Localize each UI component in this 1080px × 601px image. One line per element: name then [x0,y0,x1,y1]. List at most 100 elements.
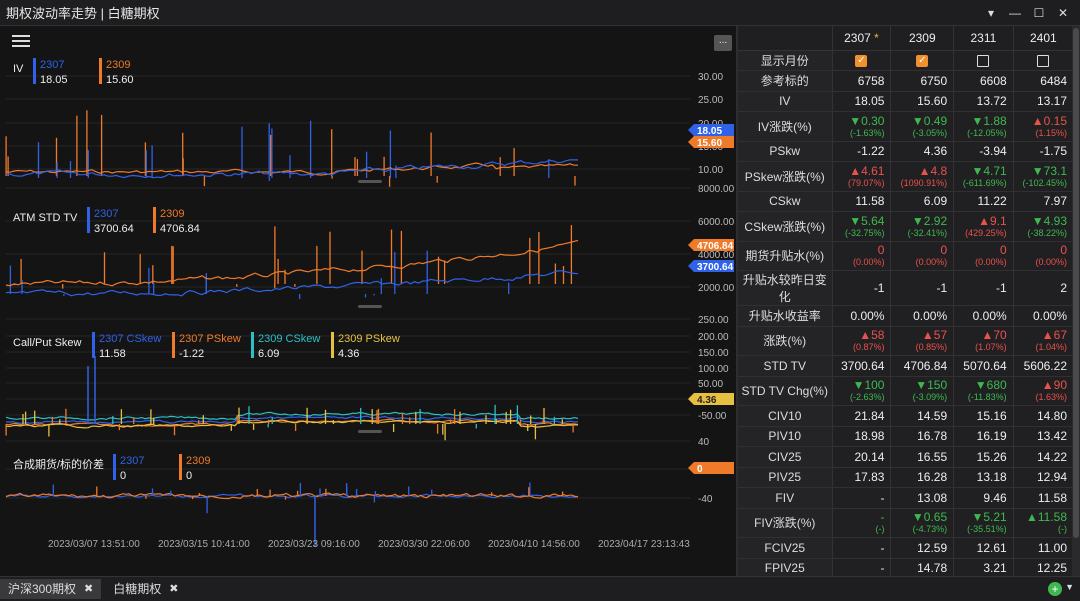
table-row: PSkw -1.22 4.36 -3.94 -1.75 [738,141,1072,162]
legend-swatch [179,454,182,480]
legend-swatch [331,332,334,358]
table-cell [953,50,1014,71]
row-label: 涨跌(%) [738,326,833,356]
change-value: ▼73.1 [1031,163,1067,178]
y-axis-tick-label: -40 [698,494,713,505]
legend-swatch [172,332,175,358]
atm-2309-line [5,239,579,287]
app-window: 期权波动率走势 | 白糖期权 ▾ — ☐ ✕ ... 30.0025.0020.… [0,0,1080,601]
close-icon[interactable]: ✖ [84,579,93,599]
plus-icon[interactable]: + [1048,582,1062,596]
table-row: STD TV 3700.64 4706.84 5070.64 5606.22 [738,355,1072,377]
scrollbar-thumb[interactable] [1073,28,1079,538]
table-cell: 0.00% [890,305,955,327]
table-cell: -1 [832,270,892,306]
change-value: ▲4.8 [918,163,948,178]
change-value: ▲90 [1041,378,1067,393]
close-icon[interactable]: ✕ [1056,6,1070,20]
legend-series-value: 3700.64 [94,223,134,235]
maximize-icon[interactable]: ☐ [1032,6,1046,20]
change-percent: (-32.75%) [844,227,885,238]
tab-1[interactable]: 白糖期权 ✖ [105,579,186,599]
y-axis-tick-label: 6000.00 [698,217,735,228]
table-cell: 14.59 [890,405,955,427]
show-month-checkbox[interactable] [977,55,990,68]
y-axis-tick-label: 100.00 [698,364,729,375]
table-cell: 12.61 [953,537,1014,559]
close-icon[interactable]: ✖ [169,579,178,599]
row-label: 显示月份 [738,50,833,71]
chart-area[interactable]: 30.0025.0020.0015.0010.008000.006000.004… [0,26,736,552]
minimize-icon[interactable]: — [1008,6,1022,20]
table-row: PIV25 17.83 16.28 13.18 12.94 [738,467,1072,488]
change-value: ▼0.65 [911,510,948,525]
table-cell: 17.83 [832,467,892,488]
value-tag-text: 4.36 [697,395,717,406]
change-value: ▼5.64 [849,213,885,228]
row-label: FCIV25 [738,537,833,559]
table-cell: 11.22 [953,191,1014,212]
show-month-checkbox[interactable] [1037,55,1050,68]
table-header-2307[interactable]: 2307 * [832,26,892,51]
change-value: ▲4.61 [849,163,885,178]
panel-label: IV [13,63,24,75]
row-label: FIV涨跌(%) [738,508,833,538]
legend-swatch [153,207,156,233]
table-cell: ▲70 (1.07%) [953,326,1014,356]
table-cell: 14.22 [1013,446,1072,468]
legend-swatch [113,454,116,480]
change-percent: (0.00%) [1035,257,1067,268]
legend-series-name: 2309 PSkew [338,333,400,345]
y-axis-tick-label: 10.00 [698,165,723,176]
table-cell: ▼4.93 (-38.22%) [1013,211,1072,242]
row-label: IV涨跌(%) [738,111,833,142]
panel-resize-handle [358,305,382,308]
table-cell: 14.78 [890,558,955,576]
change-percent: (1.07%) [975,342,1007,353]
change-percent: (0.00%) [915,257,948,268]
table-cell: - [832,487,892,509]
change-percent: (-4.73%) [912,524,948,535]
row-label: STD TV [738,355,833,377]
table-cell: ▼2.92 (-32.41%) [890,211,955,242]
table-header-2309[interactable]: 2309 [890,26,955,51]
tab-bar: 沪深300期权 ✖ 白糖期权 ✖ + ▼ [0,576,1080,601]
legend-series-name: 2309 [106,59,130,71]
change-percent: (1.04%) [1035,342,1067,353]
legend-series-value: 15.60 [106,74,134,86]
table-row: 显示月份 ✓ ✓ [738,50,1072,71]
table-cell: ▼0.30 (-1.63%) [832,111,892,142]
show-month-checkbox[interactable]: ✓ [916,55,929,68]
table-header-2401[interactable]: 2401 [1013,26,1072,51]
table-scrollbar[interactable] [1072,26,1080,576]
y-axis-tick-label: 40 [698,437,710,448]
row-label: IV [738,91,833,112]
change-value: ▼4.93 [1031,213,1067,228]
table-cell: 15.16 [953,405,1014,427]
tab-0[interactable]: 沪深300期权 ✖ [0,579,102,599]
table-cell: ▲90 (1.63%) [1013,376,1072,406]
row-label: PIV10 [738,426,833,447]
change-percent: (-3.05%) [912,127,948,138]
show-month-checkbox[interactable]: ✓ [855,55,868,68]
panel-resize-handle [358,180,382,183]
table-cell: 11.58 [1013,487,1072,509]
change-percent: (-12.05%) [967,127,1007,138]
chevron-down-icon[interactable]: ▼ [1065,582,1074,592]
change-percent: (-3.09%) [912,392,948,403]
row-label: 升贴水收益率 [738,305,833,327]
table-header-2311[interactable]: 2311 [953,26,1014,51]
table-cell: ▲0.15 (1.15%) [1013,111,1072,142]
tab-label: 白糖期权 [113,582,162,596]
change-value: ▼100 [852,378,885,393]
table-row: PSkew涨跌(%) ▲4.61 (79.07%) ▲4.8 (1090.91%) ▼4.… [738,161,1072,192]
change-value: 0 [940,243,948,258]
table-cell: 6758 [832,70,892,92]
table-cell: 13.42 [1013,426,1072,447]
table-cell: 2 [1013,270,1072,306]
x-axis-tick-label: 2023/04/10 14:56:00 [488,539,580,550]
change-value: ▼150 [915,378,948,393]
change-value: 0 [999,243,1007,258]
table-cell: - [832,537,892,559]
dropdown-icon[interactable]: ▾ [984,6,998,20]
